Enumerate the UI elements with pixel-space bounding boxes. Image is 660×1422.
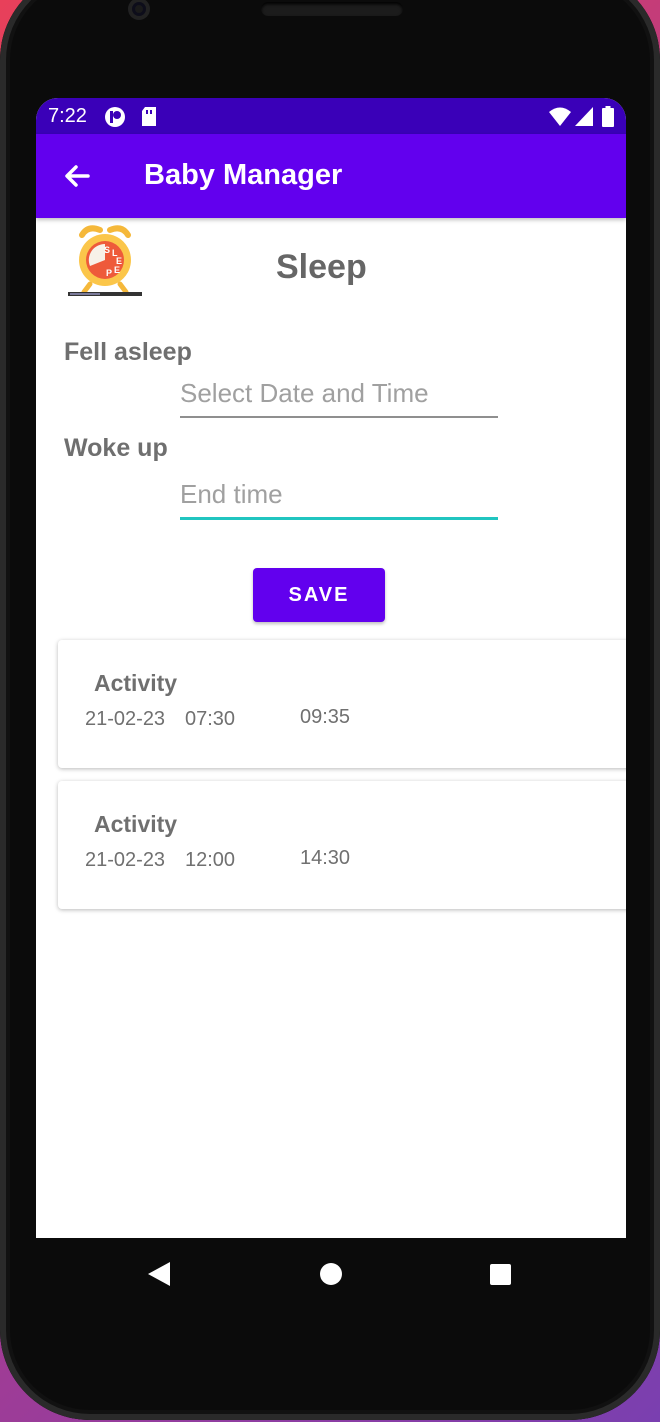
- back-triangle-icon: [148, 1262, 170, 1286]
- app-title: Baby Manager: [144, 159, 343, 191]
- nav-back-button[interactable]: [146, 1260, 172, 1293]
- status-time: 7:22: [48, 105, 87, 127]
- front-camera: [128, 0, 150, 20]
- activity-title: Activity: [94, 811, 178, 837]
- status-bar: 7:22: [36, 98, 626, 134]
- app-bar: Baby Manager: [36, 134, 626, 218]
- activity-title: Activity: [94, 670, 178, 696]
- earpiece-speaker: [261, 2, 403, 16]
- app-screen: 7:22 Baby Manager S L E E P Sleep Fell a…: [36, 98, 626, 1238]
- battery-icon: [602, 106, 614, 134]
- wifi-icon: [548, 106, 572, 134]
- signal-icon: [574, 106, 594, 134]
- activity-date: 21-02-23: [85, 708, 166, 730]
- svg-text:E: E: [114, 265, 120, 275]
- activity-start-time: 07:30: [185, 708, 236, 730]
- activity-card[interactable]: Activity 21-02-23 12:00 14:30: [58, 781, 626, 909]
- sleep-clock-logo: S L E E P: [68, 222, 142, 298]
- fell-asleep-field[interactable]: Select Date and Time: [180, 378, 498, 418]
- activity-end-time: 14:30: [300, 847, 351, 869]
- nav-recents-button[interactable]: [489, 1263, 512, 1291]
- fell-asleep-label: Fell asleep: [64, 338, 192, 366]
- notification-icon: [104, 106, 126, 134]
- sd-card-icon: [140, 106, 158, 134]
- back-button[interactable]: [58, 158, 98, 194]
- save-button[interactable]: SAVE: [253, 568, 385, 622]
- svg-text:P: P: [106, 268, 112, 278]
- home-circle-icon: [320, 1263, 342, 1285]
- woke-up-label: Woke up: [64, 434, 168, 462]
- nav-home-button[interactable]: [319, 1262, 343, 1291]
- activity-start-time: 12:00: [185, 849, 236, 871]
- recents-square-icon: [490, 1264, 511, 1285]
- activity-date: 21-02-23: [85, 849, 166, 871]
- activity-card[interactable]: Activity 21-02-23 07:30 09:35: [58, 640, 626, 768]
- page-title: Sleep: [276, 248, 367, 286]
- svg-text:S: S: [104, 245, 110, 255]
- activity-end-time: 09:35: [300, 706, 351, 728]
- arrow-back-icon: [65, 165, 90, 187]
- woke-up-field[interactable]: End time: [180, 479, 498, 520]
